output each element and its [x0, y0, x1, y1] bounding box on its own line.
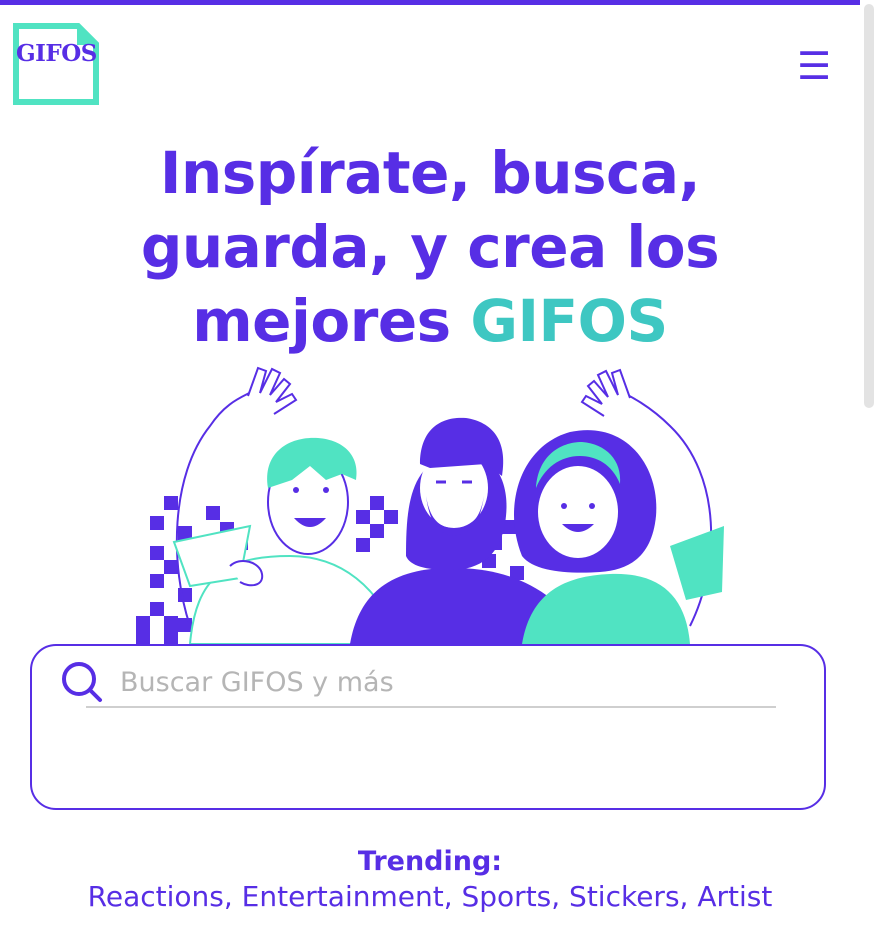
- headline-accent: GIFOS: [470, 287, 668, 355]
- scrollbar[interactable]: [860, 0, 876, 944]
- search-icon[interactable]: [60, 660, 104, 704]
- hero-headline: Inspírate, busca, guarda, y crea los mej…: [120, 136, 740, 358]
- scrollbar-thumb[interactable]: [864, 4, 874, 408]
- top-accent-bar: [0, 0, 860, 5]
- hero-illustration: [136, 366, 724, 644]
- trending-title: Trending:: [357, 846, 503, 877]
- search-input[interactable]: [118, 656, 778, 708]
- search-underline: [86, 706, 776, 708]
- search-box[interactable]: [30, 644, 826, 810]
- hamburger-icon: ☰: [796, 44, 832, 88]
- hamburger-menu-button[interactable]: ☰: [796, 46, 832, 86]
- logo-text: GIFOS: [16, 40, 97, 67]
- trending-list[interactable]: Reactions, Entertainment, Sports, Sticke…: [0, 880, 860, 913]
